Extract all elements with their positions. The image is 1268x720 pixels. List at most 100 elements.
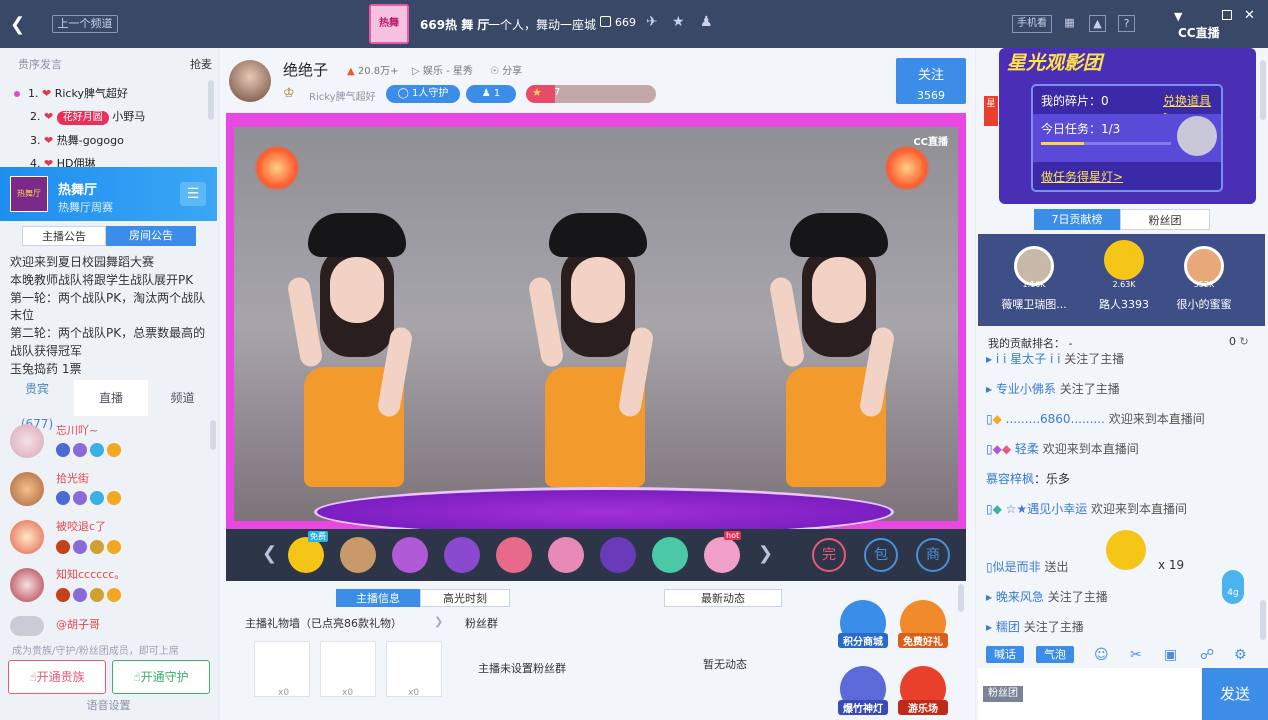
tab-room-notice[interactable]: 房间公告 xyxy=(106,226,196,246)
avatar[interactable] xyxy=(10,616,44,636)
user-badges xyxy=(56,540,124,556)
rank-item[interactable]: 3. ❤ 热舞-gogogo xyxy=(30,132,124,148)
shop-action-button[interactable]: 商 xyxy=(916,538,950,572)
fans-badge[interactable]: ♟ 1 xyxy=(466,85,516,103)
voice-settings-button[interactable]: 语音设置 xyxy=(0,696,217,716)
bubble-button[interactable]: 气泡 xyxy=(1036,646,1074,663)
chat-scrollbar[interactable] xyxy=(1260,600,1266,640)
chat-line: ▯◆◆ 轻柔 欢迎来到本直播间 xyxy=(986,442,1139,456)
right-scrollbar[interactable] xyxy=(1260,60,1266,120)
maximize-icon[interactable] xyxy=(1222,10,1232,20)
channel-card[interactable]: 热舞厅 热舞厅 热舞厅周赛 ☰ xyxy=(0,167,217,221)
lantern-label[interactable]: 爆竹神灯 xyxy=(838,700,888,715)
user-badges xyxy=(56,588,124,604)
points-mall-label[interactable]: 积分商城 xyxy=(838,633,888,648)
center-scrollbar[interactable] xyxy=(958,584,964,612)
notification-icon[interactable]: ▲ xyxy=(1089,15,1106,32)
chevron-right-icon[interactable]: ❯ xyxy=(758,543,773,564)
avatar[interactable] xyxy=(1104,240,1144,280)
tab-7day-contribution[interactable]: 7日贡献榜 xyxy=(1034,209,1120,230)
star-icon[interactable]: ★ xyxy=(672,14,685,30)
fan-club-tag[interactable]: 粉丝团 xyxy=(983,686,1023,702)
prev-channel-button[interactable]: 上一个频道 xyxy=(52,15,118,33)
free-gift-label[interactable]: 免费好礼 xyxy=(898,633,948,648)
lion-gift-icon[interactable] xyxy=(340,537,376,573)
chat-line: ▸ 晚来风急 关注了主播 xyxy=(986,590,1108,604)
drop-badge[interactable]: 4g xyxy=(1222,570,1244,604)
character-gift-icon[interactable] xyxy=(392,537,428,573)
rank-item[interactable]: 4. ❤ HD佣琳 xyxy=(30,155,95,167)
plane-icon[interactable]: ✈ xyxy=(646,14,658,30)
phone-watch-button[interactable]: 手机看 xyxy=(1012,15,1052,33)
emoji-icon[interactable]: ☺ xyxy=(1094,647,1109,663)
avatar[interactable] xyxy=(10,568,44,602)
lock-icon[interactable]: ☍ xyxy=(1200,647,1214,663)
user-name[interactable]: 忘川吖~ xyxy=(56,422,98,438)
open-guard-button[interactable]: ☝开通守护 xyxy=(112,660,210,694)
tab-latest-dynamics[interactable]: 最新动态 xyxy=(664,589,782,607)
follow-button[interactable]: 关注 3569 xyxy=(896,58,966,104)
fairy-gift-icon[interactable] xyxy=(444,537,480,573)
tab-host-notice[interactable]: 主播公告 xyxy=(22,226,106,246)
help-button[interactable]: ? xyxy=(1118,15,1135,32)
user-name[interactable]: @胡子哥 xyxy=(56,616,100,632)
contributor-name[interactable]: 很小的蜜蜜 xyxy=(1167,296,1241,312)
promo-box: 我的碎片：0 兑换道具> 今日任务：1/3 做任务得星灯> xyxy=(1031,84,1223,192)
host-avatar[interactable] xyxy=(229,60,271,102)
contributor-name[interactable]: 薇嘿卫瑞图... xyxy=(997,296,1071,312)
guard-badge[interactable]: ◯ 1人守护 xyxy=(386,85,460,103)
tab-live[interactable]: 直播 xyxy=(74,380,148,416)
chevron-left-icon[interactable]: ❮ xyxy=(262,543,277,564)
duck-gift-icon[interactable] xyxy=(288,537,324,573)
user-name[interactable]: 被咬退c了 xyxy=(56,518,106,534)
close-icon[interactable]: ✕ xyxy=(1244,8,1255,23)
bag-action-button[interactable]: 包 xyxy=(864,538,898,572)
tab-vip[interactable]: 贵宾 (677) xyxy=(0,380,74,431)
send-button[interactable]: 发送 xyxy=(1202,668,1268,720)
avatar[interactable] xyxy=(10,520,44,554)
gift-count: x 19 xyxy=(1158,558,1185,572)
share-button[interactable]: ☉ 分享 xyxy=(490,62,522,77)
heat-count: ▲ 20.8万+ xyxy=(347,66,399,77)
room-id: 669 xyxy=(615,16,636,29)
tab-highlights[interactable]: 高光时刻 xyxy=(420,589,510,607)
drink-gift-icon[interactable] xyxy=(652,537,688,573)
user-name[interactable]: 知知cccccc。 xyxy=(56,566,125,582)
shout-button[interactable]: 喊话 xyxy=(986,646,1024,663)
pony-gift-icon[interactable] xyxy=(548,537,584,573)
finish-action-button[interactable]: 完 xyxy=(812,538,846,572)
user-list-scrollbar[interactable] xyxy=(210,420,216,450)
category-link[interactable]: ▷ 娱乐 - 星秀 xyxy=(412,62,473,77)
rank-item[interactable]: 2. ❤ 花好月圆 小野马 xyxy=(30,108,145,125)
menu-icon[interactable]: ☰ xyxy=(180,182,206,206)
crown-gift-icon[interactable] xyxy=(600,537,636,573)
tab-channel[interactable]: 频道 xyxy=(148,380,217,416)
image-icon[interactable]: ▣ xyxy=(1164,647,1177,663)
contributor-name[interactable]: 路人3393 xyxy=(1087,296,1161,312)
side-tab[interactable]: 星 xyxy=(984,96,998,126)
cake-gift-icon[interactable] xyxy=(496,537,532,573)
open-noble-button[interactable]: ☝开通贵族 xyxy=(8,660,106,694)
video-player[interactable]: CC直播 xyxy=(226,113,966,529)
do-task-link[interactable]: 做任务得星灯> xyxy=(1041,168,1123,185)
grab-mic-button[interactable]: 抢麦 xyxy=(190,56,212,72)
avatar[interactable] xyxy=(10,424,44,458)
rank-item[interactable]: 1. ❤ Ricky脾气超好 xyxy=(14,85,128,101)
users-icon[interactable]: ♟ xyxy=(700,14,713,30)
back-button[interactable]: ❮ xyxy=(10,14,25,35)
top-bar: ❮ 上一个频道 热舞 669热 舞 厅 一个人，舞动一座城 669 ✈ ★ ♟ … xyxy=(0,0,1268,48)
heart-icon: ❤ xyxy=(44,157,54,167)
tab-fan-club[interactable]: 粉丝团 xyxy=(1120,209,1210,230)
tab-host-info[interactable]: 主播信息 xyxy=(336,589,420,607)
avatar[interactable] xyxy=(10,472,44,506)
scissors-icon[interactable]: ✂ xyxy=(1130,647,1142,663)
minimize-icon[interactable]: ▼ xyxy=(1174,10,1182,23)
rank-scrollbar[interactable] xyxy=(208,80,214,120)
chevron-right-icon[interactable]: ❯ xyxy=(434,615,443,628)
settings-icon[interactable]: ⚙ xyxy=(1234,647,1247,663)
promo-banner[interactable]: 星光观影团 我的碎片：0 兑换道具> 今日任务：1/3 做任务得星灯> xyxy=(999,48,1256,204)
user-name[interactable]: 拾光街 xyxy=(56,470,89,486)
playground-label[interactable]: 游乐场 xyxy=(898,700,948,715)
grid-icon[interactable]: ▦ xyxy=(1061,15,1078,32)
icecream-gift-icon[interactable] xyxy=(704,537,740,573)
